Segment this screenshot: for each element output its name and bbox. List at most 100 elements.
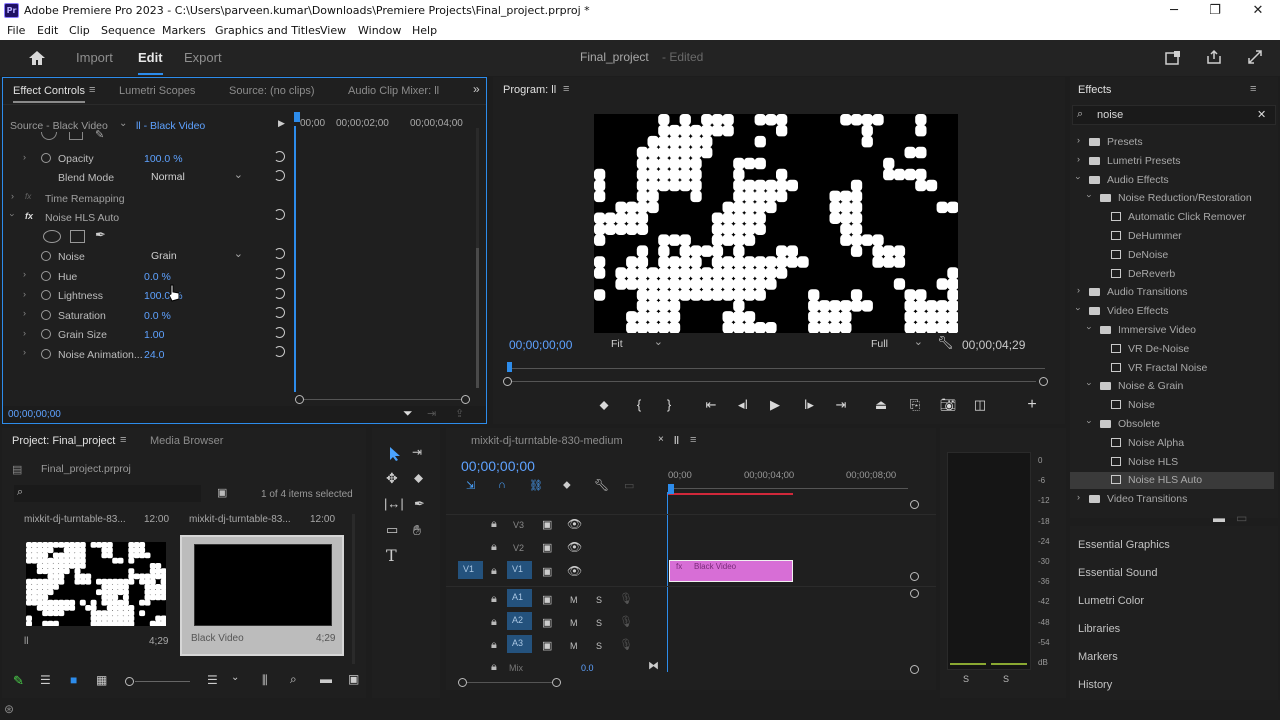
hand-tool-icon[interactable]: ✋︎ <box>413 522 421 539</box>
effect-item[interactable]: Noise Alpha <box>1070 435 1274 452</box>
stopwatch-icon[interactable] <box>41 349 51 359</box>
tab-export[interactable]: Export <box>184 50 222 65</box>
export-frame-icon[interactable]: 📷︎ <box>939 397 957 413</box>
program-zoom-bar[interactable] <box>512 381 1036 382</box>
noise-type-dropdown[interactable]: Grain <box>151 247 243 264</box>
stopwatch-icon[interactable] <box>41 310 51 320</box>
vertical-zoom-handle[interactable] <box>910 500 919 509</box>
markers-panel[interactable]: Markers <box>1078 651 1118 663</box>
mark-out-icon[interactable]: } <box>660 397 678 413</box>
new-bin-icon[interactable]: ▬ <box>320 672 332 686</box>
rectangle-mask-icon[interactable] <box>70 230 85 243</box>
solo-button[interactable]: S <box>596 641 602 651</box>
step-back-icon[interactable]: ◂ǀ <box>734 397 752 413</box>
fx-icon[interactable]: fx <box>25 211 33 221</box>
grain-size-value[interactable]: 1.00 <box>144 329 164 341</box>
program-title[interactable]: Program: ll <box>503 84 556 96</box>
pencil-icon[interactable]: ✎ <box>13 673 24 689</box>
type-tool-icon[interactable]: T <box>386 546 397 565</box>
menu-graphics-and-titles[interactable]: Graphics and Titles <box>215 24 321 37</box>
slip-tool-icon[interactable]: |↔| <box>384 496 404 511</box>
track-target-v1[interactable]: V1 <box>507 561 532 579</box>
sort-icon[interactable]: ☰ <box>207 673 218 687</box>
eye-icon[interactable]: 👁︎ <box>567 540 582 554</box>
menu-file[interactable]: File <box>7 24 25 37</box>
chevron-down-icon[interactable]: › <box>1085 383 1095 386</box>
effect-item[interactable]: Noise <box>1070 397 1274 414</box>
chevron-down-icon[interactable]: ⌄ <box>119 118 127 129</box>
reset-icon[interactable] <box>274 288 285 299</box>
microphone-icon[interactable]: 🎙︎ <box>619 615 633 628</box>
horizontal-zoom-handle[interactable] <box>458 678 467 687</box>
find-icon[interactable]: ⌕ <box>290 672 297 687</box>
saturation-value[interactable]: 0.0 % <box>144 310 171 322</box>
playhead-timecode[interactable]: 00;00;00;00 <box>509 338 572 352</box>
effects-folder[interactable]: › Presets <box>1070 134 1274 151</box>
effects-folder[interactable]: › Video Transitions <box>1070 491 1274 508</box>
mute-button[interactable]: M <box>570 641 578 651</box>
vertical-zoom-handle[interactable] <box>910 572 919 581</box>
effect-item[interactable]: Automatic Click Remover <box>1070 209 1274 226</box>
effects-folder[interactable]: › Lumetri Presets <box>1070 153 1274 170</box>
sync-lock-icon[interactable]: ▣ <box>542 593 552 606</box>
menu-edit[interactable]: Edit <box>37 24 58 37</box>
tab-lumetri-scopes[interactable]: Lumetri Scopes <box>119 85 195 97</box>
go-to-in-icon[interactable]: ⇤ <box>702 397 720 413</box>
tab-audio-clip-mixer[interactable]: Audio Clip Mixer: ll <box>348 85 439 97</box>
reset-icon[interactable] <box>274 327 285 338</box>
menu-markers[interactable]: Markers <box>162 24 206 37</box>
panel-menu-icon[interactable]: ≡ <box>690 434 696 446</box>
blend-mode-dropdown[interactable]: Normal <box>151 168 243 185</box>
ripple-edit-tool-icon[interactable]: ✥ <box>386 470 398 487</box>
maximize-icon[interactable]: ❐ <box>1205 2 1225 20</box>
effects-folder[interactable]: › Immersive Video <box>1070 322 1274 339</box>
effects-folder[interactable]: › Noise Reduction/Restoration <box>1070 190 1274 207</box>
sync-lock-icon[interactable]: ▣ <box>542 639 552 652</box>
scrollbar[interactable] <box>352 514 355 664</box>
lock-icon[interactable]: 🔒︎ <box>491 518 497 531</box>
reset-icon[interactable] <box>274 268 285 279</box>
effects-folder[interactable]: › Audio Transitions <box>1070 284 1274 301</box>
play-icon[interactable]: ▶ <box>766 397 784 413</box>
pen-tool-icon[interactable]: ✒ <box>414 496 425 512</box>
expand-chevron-icon[interactable]: › <box>23 289 26 299</box>
horizontal-scrollbar[interactable] <box>467 682 552 683</box>
mix-value[interactable]: 0.0 <box>581 663 594 673</box>
freeform-view-icon[interactable]: ▦ <box>96 673 107 687</box>
expand-chevron-icon[interactable]: › <box>23 269 26 279</box>
sync-lock-icon[interactable]: ▣ <box>542 541 552 554</box>
chevron-down-icon[interactable]: › <box>1085 195 1095 198</box>
effects-title[interactable]: Effects <box>1078 84 1111 96</box>
clear-search-icon[interactable]: ✕ <box>1257 108 1266 121</box>
collapse-chevron-icon[interactable]: › <box>8 214 18 217</box>
panel-menu-icon[interactable]: ≡ <box>89 84 95 96</box>
timeline-settings-icon[interactable]: 🔧︎ <box>594 478 609 492</box>
effect-item[interactable]: Noise HLS Auto <box>1070 472 1274 490</box>
extract-icon[interactable]: ⎘ <box>906 397 924 413</box>
effect-item[interactable]: VR Fractal Noise <box>1070 360 1274 377</box>
pen-mask-icon[interactable]: ✒ <box>95 227 106 243</box>
lift-icon[interactable]: ⏏ <box>872 397 890 413</box>
panel-menu-icon[interactable]: ≡ <box>1250 83 1256 95</box>
zoom-handle[interactable] <box>503 377 512 386</box>
project-search-input[interactable]: ⌕ <box>14 485 201 502</box>
menu-view[interactable]: View <box>320 24 346 37</box>
source-patch-v1[interactable]: V1 <box>458 561 483 579</box>
hue-value[interactable]: 0.0 % <box>144 271 171 283</box>
chevron-right-icon[interactable]: › <box>1077 492 1080 502</box>
clip-label[interactable]: ll - Black Video <box>136 120 205 132</box>
share-icon[interactable] <box>1206 49 1222 65</box>
reset-icon[interactable] <box>274 209 285 220</box>
work-area-bar[interactable] <box>668 493 793 495</box>
tab-sequence-ll[interactable]: ll <box>674 435 679 447</box>
snap-icon[interactable]: ∩ <box>498 479 506 491</box>
tab-effect-controls[interactable]: Effect Controls <box>13 85 85 103</box>
chevron-right-icon[interactable]: › <box>1077 285 1080 295</box>
mute-button[interactable]: M <box>570 618 578 628</box>
new-bin-icon[interactable]: ▬ <box>1213 511 1225 525</box>
zoom-fit-dropdown[interactable]: Fit <box>611 335 663 352</box>
solo-button[interactable]: S <box>596 618 602 628</box>
reset-icon[interactable] <box>274 346 285 357</box>
rectangle-tool-icon[interactable]: ▭ <box>386 522 398 538</box>
close-tab-icon[interactable]: × <box>658 434 664 445</box>
